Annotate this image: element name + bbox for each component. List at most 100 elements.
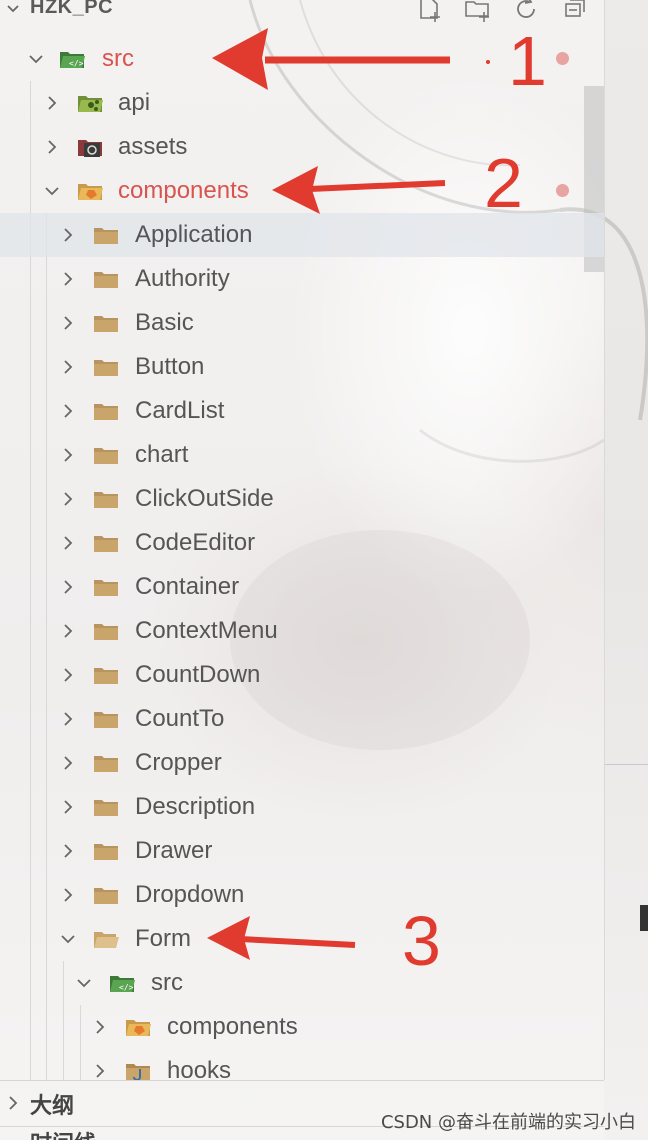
tree-item-clickoutside[interactable]: ClickOutSide — [0, 477, 604, 521]
annotation-number-1: 1 — [508, 22, 547, 100]
tree-item-label: ClickOutSide — [135, 485, 274, 512]
tree-item-label: Authority — [135, 265, 230, 292]
tree-item-countdown[interactable]: CountDown — [0, 653, 604, 697]
chevron-right-icon — [64, 536, 73, 550]
svg-text:</>: </> — [119, 983, 134, 992]
chevron-right-icon — [64, 316, 73, 330]
tree-item-label: api — [118, 89, 151, 116]
chevron-right-icon — [64, 624, 73, 638]
folder-icon — [94, 360, 118, 376]
chevron-right-icon — [9, 1096, 18, 1110]
outline-panel-label: 大纲 — [30, 1093, 75, 1118]
tree-item-countto[interactable]: CountTo — [0, 697, 604, 741]
collapse-all-icon[interactable] — [561, 0, 591, 24]
tree-item-label: components — [167, 1013, 298, 1040]
tree-item-form[interactable]: Form — [0, 917, 604, 961]
annotation-number-2: 2 — [484, 144, 523, 222]
editor-divider — [604, 764, 648, 765]
tree-item-label: src — [102, 45, 134, 72]
tree-item-contextmenu[interactable]: ContextMenu — [0, 609, 604, 653]
components-folder-icon — [126, 1020, 151, 1036]
chevron-right-icon — [96, 1020, 105, 1034]
components-folder-icon — [78, 184, 103, 200]
tree-item-label: CardList — [135, 397, 225, 424]
tree-item-label: src — [151, 969, 183, 996]
new-folder-icon[interactable] — [463, 0, 493, 24]
folder-icon — [94, 228, 118, 244]
tree-item-basic[interactable]: Basic — [0, 301, 604, 345]
workspace-title[interactable]: HZK_PC — [30, 0, 113, 19]
chevron-right-icon — [64, 580, 73, 594]
git-modified-dot — [556, 184, 569, 197]
chevron-down-icon — [61, 935, 75, 944]
tree-item-form-src[interactable]: </> src — [0, 961, 604, 1005]
folder-icon — [94, 888, 118, 904]
tree-item-container[interactable]: Container — [0, 565, 604, 609]
src-folder-icon: </> — [110, 976, 135, 992]
modified-marker — [486, 60, 490, 64]
chevron-right-icon — [64, 712, 73, 726]
tree-item-label: assets — [118, 133, 188, 160]
chevron-down-icon — [29, 55, 43, 64]
tree-item-form-src-components[interactable]: components — [0, 1005, 604, 1049]
annotation-number-3: 3 — [402, 902, 441, 980]
chevron-right-icon — [48, 140, 57, 154]
chevron-right-icon — [64, 404, 73, 418]
new-file-icon[interactable] — [415, 0, 445, 24]
tree-item-label: Cropper — [135, 749, 222, 776]
editor-cursor-mark — [640, 905, 648, 931]
tree-item-label: Application — [135, 221, 253, 248]
chevron-down-icon — [45, 187, 59, 196]
chevron-right-icon — [48, 96, 57, 110]
sidebar-border — [604, 0, 605, 1080]
tree-item-label: hooks — [167, 1057, 232, 1084]
tree-item-label: Description — [135, 793, 256, 820]
tree-item-label: CountDown — [135, 661, 261, 688]
folder-icon — [94, 756, 118, 772]
tree-item-authority[interactable]: Authority — [0, 257, 604, 301]
tree-item-drawer[interactable]: Drawer — [0, 829, 604, 873]
folder-icon — [94, 580, 118, 596]
chevron-right-icon — [64, 756, 73, 770]
folder-icon — [94, 272, 118, 288]
folder-icon — [94, 624, 118, 640]
tree-item-chart[interactable]: chart — [0, 433, 604, 477]
chevron-right-icon — [64, 272, 73, 286]
tree-item-label: ContextMenu — [135, 617, 278, 644]
folder-icon — [94, 844, 118, 860]
panel-divider — [0, 1080, 604, 1081]
tree-item-codeeditor[interactable]: CodeEditor — [0, 521, 604, 565]
api-folder-icon — [78, 96, 103, 112]
chevron-right-icon — [64, 360, 73, 374]
tree-item-label: Form — [135, 925, 191, 952]
folder-icon — [94, 404, 118, 420]
folder-icon — [94, 712, 118, 728]
folder-icon — [94, 668, 118, 684]
tree-item-label: Button — [135, 353, 205, 380]
tree-item-label: CodeEditor — [135, 529, 256, 556]
folder-icon — [94, 316, 118, 332]
svg-text:</>: </> — [69, 59, 84, 68]
tree-item-label: Dropdown — [135, 881, 245, 908]
src-folder-icon: </> — [60, 52, 85, 68]
tree-item-cropper[interactable]: Cropper — [0, 741, 604, 785]
tree-item-cardlist[interactable]: CardList — [0, 389, 604, 433]
chevron-right-icon — [64, 492, 73, 506]
tree-item-label: chart — [135, 441, 189, 468]
tree-item-label: CountTo — [135, 705, 225, 732]
folder-icon — [94, 492, 118, 508]
tree-item-dropdown[interactable]: Dropdown — [0, 873, 604, 917]
folder-icon — [94, 448, 118, 464]
chevron-right-icon — [64, 448, 73, 462]
open-folder-icon — [94, 932, 119, 948]
tree-item-button[interactable]: Button — [0, 345, 604, 389]
watermark: CSDN @奋斗在前端的实习小白 — [380, 1112, 636, 1133]
chevron-right-icon — [64, 800, 73, 814]
tree-item-label: components — [118, 177, 249, 204]
chevron-right-icon — [64, 888, 73, 902]
editor-area — [604, 0, 648, 1140]
chevron-down-icon[interactable] — [6, 0, 20, 20]
tree-item-description[interactable]: Description — [0, 785, 604, 829]
tree-item-label: Container — [135, 573, 240, 600]
refresh-icon[interactable] — [511, 0, 541, 24]
